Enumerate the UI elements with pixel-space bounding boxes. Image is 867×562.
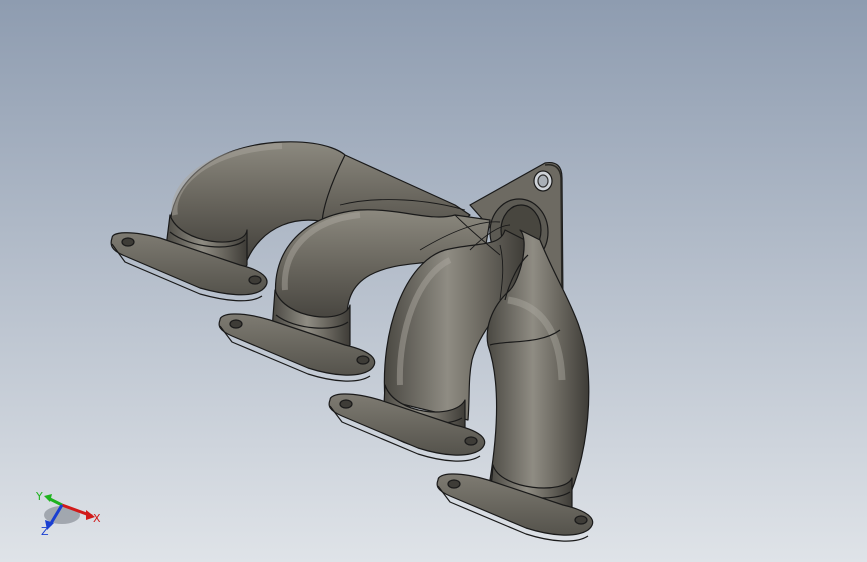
triad-y-label: Y [35, 490, 43, 503]
cad-scene[interactable]: X Y Z [0, 0, 867, 562]
triad-x-label: X [93, 512, 101, 525]
triad-z-label: Z [41, 525, 49, 538]
3d-viewport[interactable]: X Y Z [0, 0, 867, 562]
